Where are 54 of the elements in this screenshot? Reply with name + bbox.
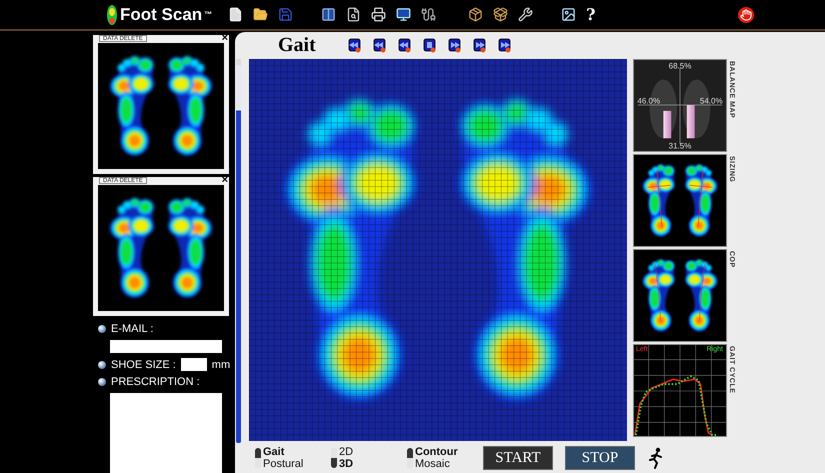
runner-icon	[647, 447, 665, 469]
balance-percentage: 68.5%	[668, 62, 692, 71]
prescription-field[interactable]	[110, 393, 222, 473]
playback-control-icon[interactable]	[420, 38, 438, 53]
toggle-option[interactable]: Gait	[263, 446, 304, 458]
email-field[interactable]	[110, 340, 222, 353]
open-folder-icon[interactable]	[253, 7, 268, 22]
toggle-switch[interactable]	[255, 448, 261, 468]
cable-icon[interactable]	[421, 7, 436, 22]
toggle-option[interactable]: 3D	[339, 458, 354, 470]
close-button[interactable]: ×	[222, 33, 228, 44]
scrollbar[interactable]	[236, 65, 241, 443]
playback-control-icon[interactable]	[446, 38, 463, 53]
shoe-size-label: SHOE SIZE :	[111, 358, 176, 370]
close-button[interactable]: ×	[222, 175, 228, 186]
shoe-size-field[interactable]	[180, 358, 207, 371]
window-icon[interactable]	[321, 7, 336, 22]
boxes-icon[interactable]	[468, 7, 484, 22]
bullet-icon	[98, 360, 106, 368]
bullet-icon	[98, 325, 106, 333]
toggle-option[interactable]: Contour	[415, 446, 458, 458]
balance-percentage: 54.0%	[700, 96, 723, 106]
playback-control-icon[interactable]	[396, 38, 413, 53]
open-box-icon[interactable]	[493, 7, 508, 22]
toggle-option[interactable]: Postural	[263, 458, 304, 470]
new-file-icon[interactable]	[228, 7, 244, 22]
prescription-label: PRESCRIPTION :	[111, 376, 200, 388]
monitor-icon[interactable]	[396, 7, 412, 22]
balance-percentage: 31.5%	[668, 141, 692, 150]
toggle-option[interactable]: 2D	[339, 446, 354, 458]
view-title: Gait	[278, 34, 316, 57]
playback-control-icon[interactable]	[370, 38, 388, 53]
email-label: E-MAIL :	[111, 323, 154, 335]
toggle-switch[interactable]	[331, 448, 337, 468]
app-logo-text: Foot Scan	[120, 4, 202, 24]
trademark-sign: ™	[204, 10, 212, 19]
playback-control-icon[interactable]	[346, 38, 363, 53]
playback-control-icon[interactable]	[496, 38, 513, 53]
start-button[interactable]: START	[483, 446, 553, 470]
stop-button[interactable]: STOP	[565, 446, 635, 470]
foot-logo-icon	[106, 4, 118, 26]
image-icon[interactable]	[561, 7, 576, 22]
save-icon[interactable]	[278, 7, 294, 22]
balance-percentage: 46.0%	[637, 96, 660, 106]
playback-control-icon[interactable]	[470, 38, 488, 53]
unit-label: mm	[212, 358, 230, 370]
toggle-option[interactable]: Mosaic	[415, 458, 458, 470]
stop-hand-icon[interactable]	[738, 6, 754, 22]
document-search-icon[interactable]	[346, 7, 362, 22]
bullet-icon	[98, 378, 106, 386]
toggle-switch[interactable]	[407, 448, 413, 468]
tools-icon[interactable]	[518, 7, 534, 22]
help-button[interactable]: ?	[586, 5, 596, 24]
printer-icon[interactable]	[371, 7, 386, 22]
